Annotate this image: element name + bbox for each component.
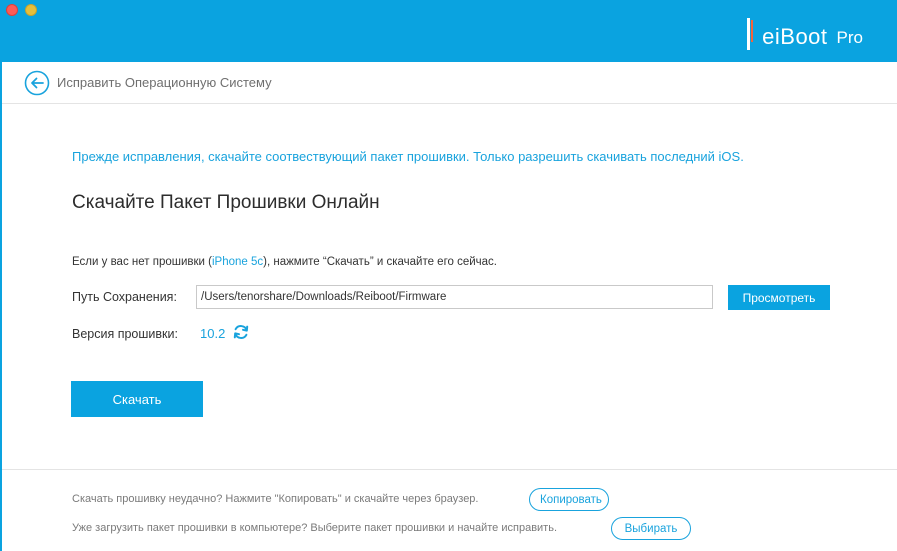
logo-edition: Pro: [836, 28, 863, 47]
copy-instructions: Скачать прошивку неудачно? Нажмите "Копи…: [72, 493, 479, 505]
choose-button[interactable]: Выбирать: [611, 517, 691, 540]
app-window: eiBoot Pro Исправить Операционную Систем…: [0, 0, 897, 551]
window-close-button[interactable]: [6, 4, 18, 16]
copy-button[interactable]: Копировать: [529, 488, 609, 511]
save-path-label: Путь Сохранения:: [72, 290, 177, 304]
save-path-input[interactable]: [196, 285, 713, 309]
download-hint: Если у вас нет прошивки (iPhone 5c), наж…: [72, 256, 497, 268]
browse-button[interactable]: Просмотреть: [728, 285, 830, 310]
app-logo: eiBoot Pro: [747, 14, 863, 50]
title-bar: eiBoot Pro: [0, 0, 897, 62]
page-header: Исправить Операционную Систему: [2, 62, 897, 104]
left-accent-border: [0, 62, 2, 551]
window-minimize-button[interactable]: [25, 4, 37, 16]
logo-mark-icon: [747, 18, 761, 50]
firmware-version-value: 10.2: [200, 326, 226, 341]
section-title: Скачайте Пакет Прошивки Онлайн: [72, 192, 380, 213]
hint-text-after: ), нажмите “Скачать” и скачайте его сейч…: [263, 256, 498, 268]
hint-text-before: Если у вас нет прошивки (: [72, 256, 212, 268]
firmware-notice: Прежде исправления, скачайте соотвествую…: [72, 149, 744, 164]
refresh-icon[interactable]: [232, 323, 250, 341]
device-model: iPhone 5c: [211, 256, 264, 268]
footer-divider: [2, 469, 897, 470]
choose-instructions: Уже загрузить пакет прошивки в компьютер…: [72, 522, 558, 534]
page-title: Исправить Операционную Систему: [57, 75, 272, 90]
download-button[interactable]: Скачать: [71, 381, 203, 417]
back-arrow-circle-icon[interactable]: [24, 70, 50, 96]
logo-text: eiBoot: [762, 24, 828, 49]
firmware-version-label: Версия прошивки:: [72, 327, 178, 341]
